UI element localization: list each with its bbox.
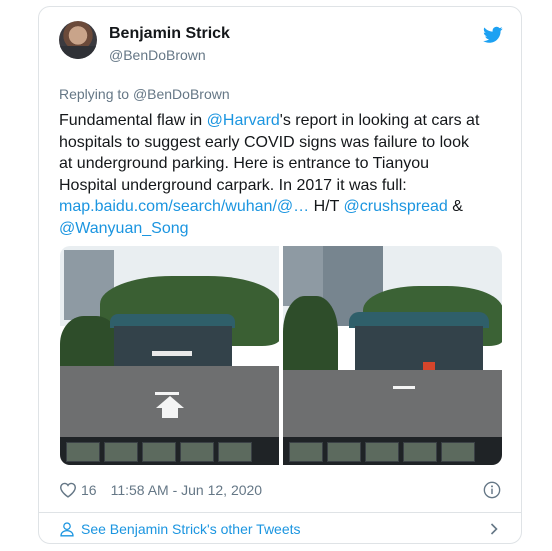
tweet-text-segment: 's report in looking at cars at [279, 112, 480, 129]
chevron-right-icon[interactable] [487, 522, 501, 536]
tweet-text-segment: at underground parking. Here is entrance… [59, 155, 430, 172]
tweet-text-line: at underground parking. Here is entrance… [59, 153, 507, 175]
timestamp[interactable]: 11:58 AM - Jun 12, 2020 [111, 482, 263, 498]
tweet-link[interactable]: @crushspread [344, 198, 448, 215]
photo-carpark-entrance-2[interactable] [283, 246, 502, 465]
see-other-tweets-link[interactable]: See Benjamin Strick's other Tweets [59, 513, 501, 545]
tweet-text-segment: Fundamental flaw in [59, 112, 207, 129]
tweet-link[interactable]: @Wanyuan_Song [59, 220, 189, 237]
avatar[interactable] [59, 21, 97, 59]
tweet-card: Benjamin Strick @BenDoBrown Replying to … [38, 6, 522, 544]
tweet-text-line: @Wanyuan_Song [59, 218, 507, 240]
tweet-link[interactable]: map.baidu.com/search/wuhan/@… [59, 198, 309, 215]
tweet-meta: 16 11:58 AM - Jun 12, 2020 [59, 479, 262, 501]
info-icon[interactable] [483, 481, 501, 499]
tweet-text-line: map.baidu.com/search/wuhan/@… H/T @crush… [59, 196, 507, 218]
tweet-link[interactable]: @Harvard [207, 112, 280, 129]
like-count[interactable]: 16 [81, 482, 97, 498]
footer-label[interactable]: See Benjamin Strick's other Tweets [81, 521, 301, 537]
reply-prefix: Replying to [59, 86, 130, 102]
tweet-text-segment: & [447, 198, 463, 215]
tweet-text-segment: hospitals to suggest early COVID signs w… [59, 133, 469, 151]
twitter-bird-icon[interactable] [483, 26, 503, 44]
reply-context: Replying to @BenDoBrown [59, 86, 230, 102]
media-grid [60, 246, 502, 465]
tweet-text-segment: H/T [309, 198, 344, 215]
tweet-text-segment: Hospital underground carpark. In 2017 it… [59, 176, 407, 194]
tweet-text-line: hospitals to suggest early COVID signs w… [59, 132, 507, 154]
author-name[interactable]: Benjamin Strick [109, 25, 230, 43]
reply-to-link[interactable]: @BenDoBrown [133, 86, 230, 102]
person-icon [60, 522, 74, 537]
tweet-text-line: Fundamental flaw in @Harvard's report in… [59, 110, 507, 132]
photo-carpark-entrance-1[interactable] [60, 246, 279, 465]
author-handle[interactable]: @BenDoBrown [109, 47, 206, 63]
tweet-text: Fundamental flaw in @Harvard's report in… [59, 110, 507, 239]
heart-icon[interactable] [59, 482, 77, 498]
tweet-text-line: Hospital underground carpark. In 2017 it… [59, 175, 507, 197]
